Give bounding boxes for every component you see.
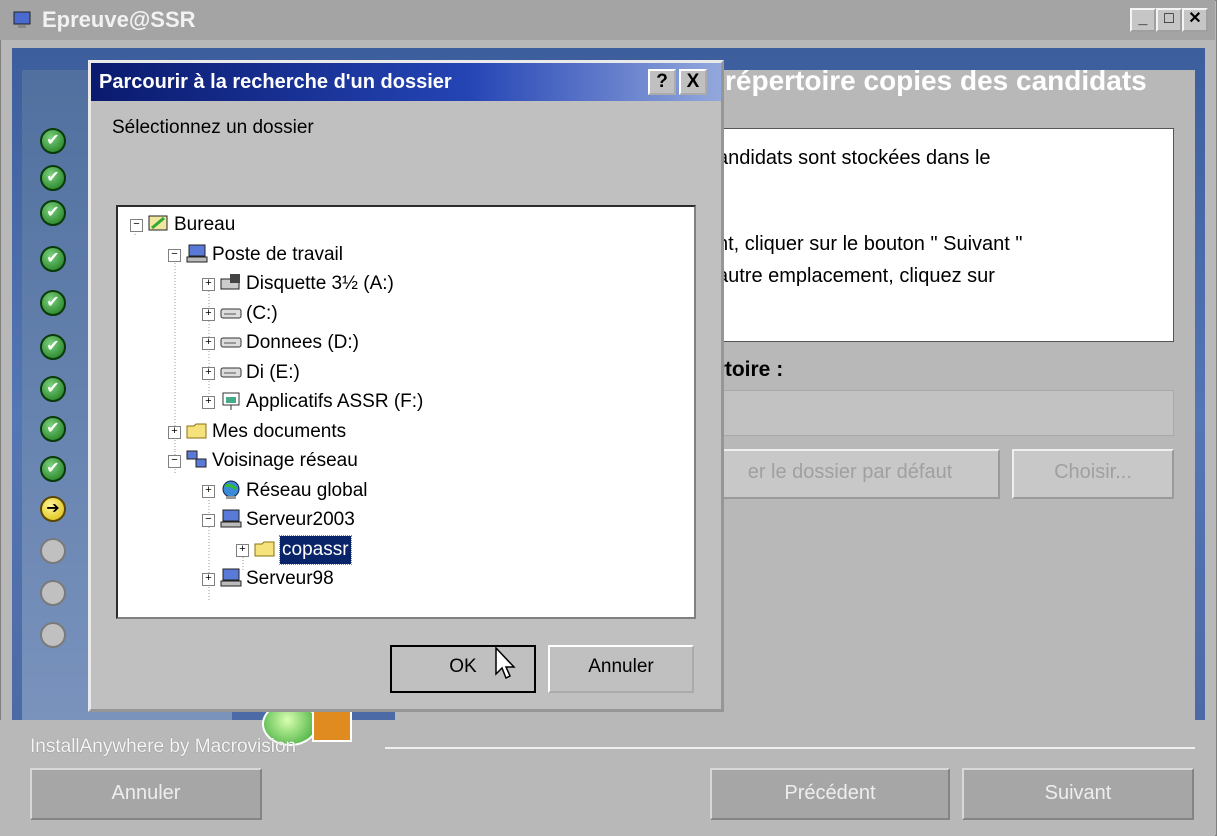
next-button[interactable]: Suivant: [962, 768, 1194, 820]
desktop-icon: [148, 214, 170, 234]
folder-icon: [186, 421, 208, 441]
tree-item-label: (C:): [246, 302, 278, 324]
expand-icon[interactable]: +: [202, 396, 215, 409]
step-indicator-todo-icon: [40, 580, 66, 606]
globe-icon: [220, 480, 242, 500]
page-heading: répertoire copies des candidats: [725, 65, 1147, 96]
footer-brand: InstallAnywhere by Macrovision: [30, 736, 297, 757]
step-indicator-done-icon: ✔: [40, 165, 66, 191]
tree-item-label: Di (E:): [246, 361, 300, 383]
tree-item-label: Mes documents: [212, 420, 347, 442]
minimize-button[interactable]: _: [1130, 8, 1156, 32]
dialog-titlebar[interactable]: Parcourir à la recherche d'un dossier: [91, 63, 721, 101]
expand-icon[interactable]: +: [236, 543, 249, 557]
collapse-icon[interactable]: −: [202, 514, 215, 527]
computer-icon: [220, 568, 242, 588]
expand-icon[interactable]: +: [202, 573, 215, 586]
expand-icon[interactable]: +: [202, 278, 215, 291]
drive-icon: [220, 332, 242, 352]
dialog-close-button[interactable]: X: [679, 69, 707, 95]
dialog-prompt: Sélectionnez un dossier: [112, 117, 314, 138]
drive-icon: [220, 362, 242, 382]
step-indicator-done-icon: ✔: [40, 200, 66, 226]
expand-icon[interactable]: +: [202, 366, 215, 380]
computer-icon: [186, 244, 208, 264]
restore-default-folder-button[interactable]: er le dossier par défaut: [700, 449, 1000, 499]
info-line-3: autre emplacement, cliquez sur: [717, 265, 995, 287]
previous-button[interactable]: Précédent: [710, 768, 950, 820]
tree-item-label: Bureau: [174, 214, 236, 235]
step-indicator-done-icon: ✔: [40, 334, 66, 360]
dialog-title: Parcourir à la recherche d'un dossier: [99, 71, 452, 93]
expand-icon[interactable]: +: [202, 484, 215, 498]
expand-icon[interactable]: +: [202, 337, 215, 350]
network-drive-icon: [220, 391, 242, 411]
step-indicator-done-icon: ✔: [40, 290, 66, 316]
collapse-icon[interactable]: −: [168, 248, 181, 262]
step-indicator-done-icon: ✔: [40, 456, 66, 482]
expand-icon[interactable]: +: [202, 307, 215, 321]
close-button[interactable]: ✕: [1182, 8, 1208, 32]
step-indicator-current-icon: ➔: [40, 496, 66, 522]
collapse-icon[interactable]: −: [130, 219, 143, 232]
step-indicator-done-icon: ✔: [40, 376, 66, 402]
expand-icon[interactable]: +: [168, 425, 181, 439]
tree-item-label: Serveur2003: [246, 509, 355, 530]
tree-item-label: copassr: [279, 534, 352, 565]
app-icon: [12, 9, 34, 31]
network-icon: [186, 450, 208, 470]
dialog-cancel-button[interactable]: Annuler: [548, 645, 694, 693]
directory-field[interactable]: [700, 390, 1174, 436]
maximize-button[interactable]: □: [1156, 8, 1182, 32]
step-indicator-todo-icon: [40, 622, 66, 648]
help-button[interactable]: ?: [648, 69, 676, 95]
step-indicator-done-icon: ✔: [40, 416, 66, 442]
window-titlebar[interactable]: Epreuve@SSR: [0, 0, 1215, 40]
computer-icon: [220, 509, 242, 529]
drive-icon: [220, 303, 242, 323]
footer-divider: [385, 747, 1195, 749]
folder-icon: [254, 539, 276, 559]
choose-button[interactable]: Choisir...: [1012, 449, 1174, 499]
tree-item-label: Serveur98: [246, 568, 334, 589]
tree-item-label: Poste de travail: [212, 243, 343, 265]
step-indicator-todo-icon: [40, 538, 66, 564]
folder-tree[interactable]: − Bureau − Poste de travail + Disquette 3½ (A…: [116, 205, 696, 619]
tree-item-label: Applicatifs ASSR (F:): [246, 391, 424, 412]
tree-item-label: Donnees (D:): [246, 332, 359, 353]
mouse-cursor-icon: [494, 646, 516, 682]
cancel-install-button[interactable]: Annuler: [30, 768, 262, 820]
collapse-icon[interactable]: −: [168, 455, 181, 468]
info-line-2: nt, cliquer sur le bouton " Suivant ": [717, 233, 1023, 255]
info-box: andidats sont stockées dans le nt, cliqu…: [700, 128, 1174, 342]
step-indicator-done-icon: ✔: [40, 246, 66, 272]
info-line-1: andidats sont stockées dans le: [717, 147, 991, 169]
tree-item-label: Disquette 3½ (A:): [246, 273, 394, 294]
window-title: Epreuve@SSR: [42, 7, 196, 32]
tree-item-label: Réseau global: [246, 479, 368, 501]
step-indicator-done-icon: ✔: [40, 128, 66, 154]
floppy-icon: [220, 273, 242, 293]
tree-item-label: Voisinage réseau: [212, 450, 358, 471]
